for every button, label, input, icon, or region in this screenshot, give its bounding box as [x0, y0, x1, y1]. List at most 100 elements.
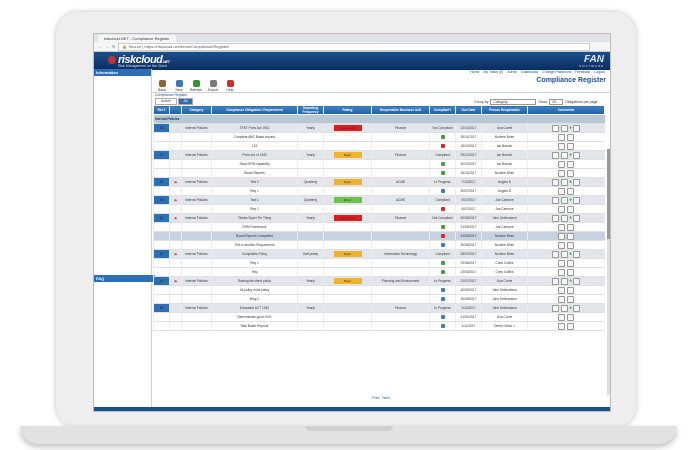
smiley-icon[interactable] — [573, 124, 581, 132]
table-row[interactable]: 41 ⚑ Internal Policies Raising fair client … — [153, 276, 605, 286]
status-blue-icon[interactable] — [440, 243, 445, 248]
table-row[interactable]: Show ERM capability 30/10/2017 Ian Branch — [153, 159, 605, 169]
edit-icon[interactable] — [567, 169, 575, 177]
add-icon[interactable]: + — [569, 152, 572, 158]
status-green-icon[interactable] — [440, 261, 445, 266]
adobe-pdf-icon[interactable]: ⚑ — [174, 252, 178, 257]
table-row[interactable]: 47 Internal Policies Ports Act of 1942 Year… — [153, 150, 605, 160]
status-green-icon[interactable] — [440, 162, 445, 167]
toolbar-button-export[interactable]: Export — [207, 80, 219, 92]
topnav-link[interactable]: My Tasks (0) — [483, 70, 503, 74]
comment-icon[interactable] — [552, 304, 560, 312]
obligation-cell[interactable]: TEST Ports Act 1942 — [211, 123, 298, 133]
status-blue-icon[interactable] — [440, 324, 445, 329]
toolbar-button-new[interactable]: New — [173, 80, 185, 92]
adobe-pdf-icon[interactable]: ⚑ — [174, 216, 178, 221]
requirement-cell[interactable]: Req 1 — [211, 186, 298, 196]
status-blue-icon[interactable] — [440, 288, 445, 293]
obligation-cell[interactable]: Education ACT 1940 — [211, 303, 298, 313]
table-row[interactable]: Board Reports 30/11/2017 Norlene Brien — [153, 168, 605, 178]
edit-icon[interactable] — [561, 277, 569, 285]
comment-icon[interactable] — [558, 169, 566, 177]
table-row[interactable]: Req 1 30/07/2017 Angela D — [153, 186, 605, 196]
edit-icon[interactable] — [567, 205, 575, 213]
comment-icon[interactable] — [558, 286, 566, 294]
comment-icon[interactable] — [558, 205, 566, 213]
adobe-pdf-icon[interactable]: ⚑ — [174, 279, 178, 284]
edit-icon[interactable] — [561, 214, 569, 222]
table-row[interactable]: 44 ⚑ Internal Policies Telstra Super Fin Th… — [153, 213, 605, 223]
topnav-link[interactable]: Admin — [507, 70, 517, 74]
column-header[interactable]: Compliance Obligation / Requirement — [211, 105, 298, 115]
comment-icon[interactable] — [558, 322, 566, 330]
comment-icon[interactable] — [558, 313, 566, 321]
edit-icon[interactable] — [567, 223, 575, 231]
prev-link[interactable]: Prev — [372, 396, 379, 400]
edit-icon[interactable] — [561, 304, 569, 312]
browser-tab[interactable]: riskcloud.NET - Compliance Register — [98, 35, 176, 42]
table-row[interactable]: 42 ⚑ Internal Policies Complaints Policy Hal… — [153, 249, 605, 259]
requirement-cell[interactable]: Risk Board Reports — [211, 321, 298, 331]
table-row[interactable]: Board Reports Completed 31/05/2017 Norlene… — [153, 231, 605, 241]
toolbar-button-help[interactable]: Help — [224, 80, 236, 92]
comment-icon[interactable] — [558, 268, 566, 276]
table-row[interactable]: Req 23/03/2017 Chris Collins — [153, 267, 605, 277]
requirement-cell[interactable]: Demonstrate good OHS — [211, 312, 298, 322]
add-icon[interactable]: + — [569, 179, 572, 185]
scrollbar[interactable] — [607, 149, 610, 395]
comment-icon[interactable] — [558, 295, 566, 303]
add-icon[interactable]: + — [569, 125, 572, 131]
column-header[interactable]: Reporting Frequency — [297, 105, 324, 115]
column-header[interactable]: Person Responsible — [481, 105, 528, 115]
edit-icon[interactable] — [567, 295, 575, 303]
requirement-cell[interactable]: This is another Requirement — [211, 240, 298, 250]
tab-all[interactable]: All — [177, 98, 194, 105]
requirement-cell[interactable]: All policy most policy — [211, 285, 298, 295]
smiley-icon[interactable] — [573, 250, 581, 258]
comment-icon[interactable] — [552, 214, 560, 222]
add-icon[interactable]: + — [569, 197, 572, 203]
requirement-cell[interactable]: 123 — [211, 141, 298, 151]
edit-icon[interactable] — [567, 187, 575, 195]
toolbar-button-refresh[interactable]: Refresh — [190, 80, 202, 92]
ref-cell[interactable]: 41 — [153, 276, 170, 286]
table-row[interactable]: 46 Internal Policies TEST Ports Act 1942 Ye… — [153, 123, 605, 133]
edit-icon[interactable] — [567, 259, 575, 267]
comment-icon[interactable] — [558, 142, 566, 150]
add-icon[interactable]: + — [569, 278, 572, 284]
edit-icon[interactable] — [567, 133, 575, 141]
obligation-cell[interactable]: Test 1 — [211, 195, 298, 205]
comment-icon[interactable] — [552, 196, 560, 204]
smiley-icon[interactable] — [573, 277, 581, 285]
requirement-cell[interactable]: Req — [211, 267, 298, 277]
status-green-icon[interactable] — [440, 171, 445, 176]
topnav-link[interactable]: Logout — [594, 70, 605, 74]
add-icon[interactable]: + — [569, 215, 572, 221]
toolbar-button-back[interactable]: Back — [156, 80, 168, 92]
edit-icon[interactable] — [567, 313, 575, 321]
edit-icon[interactable] — [561, 178, 569, 186]
next-link[interactable]: Next — [382, 396, 389, 400]
ref-cell[interactable]: 46 — [153, 177, 170, 187]
column-header[interactable]: Ref # — [153, 105, 170, 115]
table-row[interactable]: This is another Requirement 30/06/2017 Nor… — [153, 240, 605, 250]
edit-icon[interactable] — [561, 124, 569, 132]
topnav-link[interactable]: Dashboard — [521, 70, 538, 74]
requirement-cell[interactable]: ERM Framework — [211, 222, 298, 232]
status-red-icon[interactable] — [440, 207, 445, 212]
requirement-cell[interactable]: Blog 2 — [211, 294, 298, 304]
table-row[interactable]: 46 ⚑ Internal Policies Test 2 Quarterly Major… — [153, 177, 605, 187]
status-blue-icon[interactable] — [440, 189, 445, 194]
requirement-cell[interactable]: Req 1 — [211, 258, 298, 268]
requirement-cell[interactable]: Board Reports Completed — [211, 231, 298, 241]
add-icon[interactable]: + — [569, 251, 572, 257]
adobe-pdf-icon[interactable]: ⚑ — [174, 198, 178, 203]
obligation-cell[interactable]: Ports Act of 1942 — [211, 150, 298, 160]
column-header[interactable]: Compliant? — [429, 105, 456, 115]
table-row[interactable]: Risk Board Reports 1/11/2017 Derek Gemo 1 — [153, 321, 605, 331]
comment-icon[interactable] — [558, 133, 566, 141]
edit-icon[interactable] — [561, 151, 569, 159]
column-header[interactable]: Rating — [323, 105, 372, 115]
sidebar-faq[interactable]: FAQ — [94, 275, 155, 282]
ref-cell[interactable]: 44 — [153, 213, 170, 223]
